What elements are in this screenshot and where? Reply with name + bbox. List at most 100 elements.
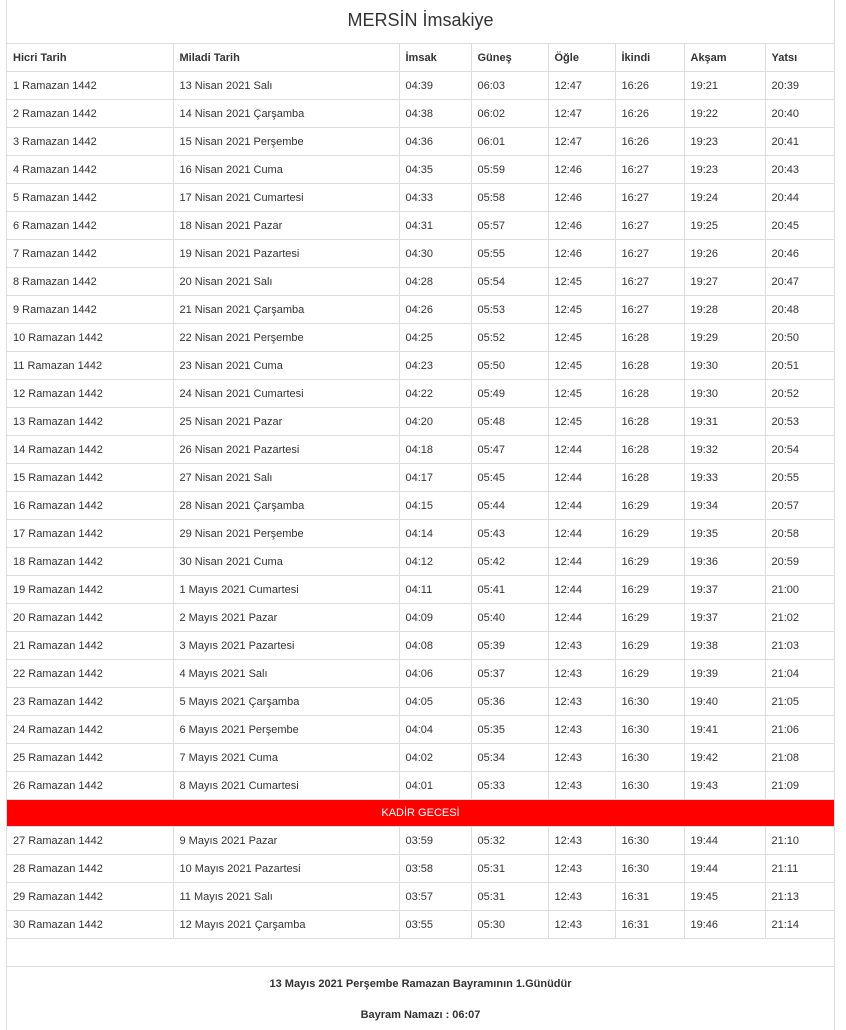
table-row: 17 Ramazan 1442 29 Nisan 2021 Perşembe 04:…	[7, 519, 834, 548]
ogle-time-cell: 12:43	[547, 715, 616, 744]
hicri-date-cell: 14 Ramazan 1442	[7, 435, 174, 464]
gunes-time-cell: 05:35	[470, 715, 549, 744]
table-header-row: Hicri Tarih Miladi Tarih İmsak Güneş Öğl…	[7, 44, 834, 72]
aksam-time-cell: 19:42	[683, 743, 766, 772]
table-row: 14 Ramazan 1442 26 Nisan 2021 Pazartesi 04…	[7, 435, 834, 464]
imsak-time-cell: 04:18	[398, 435, 472, 464]
imsak-time-cell: 04:09	[398, 603, 472, 632]
miladi-date-cell: 8 Mayıs 2021 Cumartesi	[172, 771, 400, 800]
table-row: 15 Ramazan 1442 27 Nisan 2021 Salı 04:17 05…	[7, 463, 834, 492]
gunes-time-cell: 05:59	[470, 155, 549, 184]
imsak-time-cell: 04:15	[398, 491, 472, 520]
yatsi-time-cell: 20:53	[764, 407, 834, 436]
hicri-date-cell: 6 Ramazan 1442	[7, 211, 174, 240]
miladi-date-cell: 1 Mayıs 2021 Cumartesi	[172, 575, 400, 604]
table-row: 1 Ramazan 1442 13 Nisan 2021 Salı 04:39 06:…	[7, 71, 834, 100]
miladi-date-cell: 3 Mayıs 2021 Pazartesi	[172, 631, 400, 660]
miladi-date-cell: 22 Nisan 2021 Perşembe	[172, 323, 400, 352]
yatsi-time-cell: 20:46	[764, 239, 834, 268]
gunes-time-cell: 05:40	[470, 603, 549, 632]
column-header-hicri: Hicri Tarih	[7, 44, 174, 72]
yatsi-time-cell: 21:06	[764, 715, 834, 744]
imsak-time-cell: 04:14	[398, 519, 472, 548]
imsak-time-cell: 04:11	[398, 575, 472, 604]
hicri-date-cell: 23 Ramazan 1442	[7, 687, 174, 716]
imsak-time-cell: 04:08	[398, 631, 472, 660]
yatsi-time-cell: 20:39	[764, 71, 834, 100]
ogle-time-cell: 12:44	[547, 491, 616, 520]
hicri-date-cell: 1 Ramazan 1442	[7, 71, 174, 100]
aksam-time-cell: 19:39	[683, 659, 766, 688]
hicri-date-cell: 11 Ramazan 1442	[7, 351, 174, 380]
aksam-time-cell: 19:28	[683, 295, 766, 324]
hicri-date-cell: 29 Ramazan 1442	[7, 882, 174, 911]
yatsi-time-cell: 20:50	[764, 323, 834, 352]
hicri-date-cell: 7 Ramazan 1442	[7, 239, 174, 268]
ogle-time-cell: 12:46	[547, 183, 616, 212]
hicri-date-cell: 25 Ramazan 1442	[7, 743, 174, 772]
table-row: 7 Ramazan 1442 19 Nisan 2021 Pazartesi 04:…	[7, 239, 834, 268]
ogle-time-cell: 12:43	[547, 771, 616, 800]
ogle-time-cell: 12:45	[547, 351, 616, 380]
imsak-time-cell: 04:17	[398, 463, 472, 492]
aksam-time-cell: 19:25	[683, 211, 766, 240]
ikindi-time-cell: 16:30	[614, 854, 685, 883]
aksam-time-cell: 19:32	[683, 435, 766, 464]
gunes-time-cell: 05:58	[470, 183, 549, 212]
hicri-date-cell: 13 Ramazan 1442	[7, 407, 174, 436]
gunes-time-cell: 05:32	[470, 826, 549, 855]
table-row: 26 Ramazan 1442 8 Mayıs 2021 Cumartesi 04:…	[7, 771, 834, 800]
gunes-time-cell: 06:03	[470, 71, 549, 100]
aksam-time-cell: 19:29	[683, 323, 766, 352]
imsak-time-cell: 03:55	[398, 910, 472, 939]
imsak-time-cell: 04:23	[398, 351, 472, 380]
yatsi-time-cell: 20:59	[764, 547, 834, 576]
page-title: MERSİN İmsakiye	[7, 0, 834, 44]
table-row: 10 Ramazan 1442 22 Nisan 2021 Perşembe 04:…	[7, 323, 834, 352]
miladi-date-cell: 30 Nisan 2021 Cuma	[172, 547, 400, 576]
imsak-time-cell: 04:12	[398, 547, 472, 576]
hicri-date-cell: 8 Ramazan 1442	[7, 267, 174, 296]
gunes-time-cell: 05:36	[470, 687, 549, 716]
table-row: 29 Ramazan 1442 11 Mayıs 2021 Salı 03:57 05…	[7, 882, 834, 911]
imsak-time-cell: 04:02	[398, 743, 472, 772]
yatsi-time-cell: 20:41	[764, 127, 834, 156]
miladi-date-cell: 6 Mayıs 2021 Perşembe	[172, 715, 400, 744]
gunes-time-cell: 05:31	[470, 854, 549, 883]
yatsi-time-cell: 20:44	[764, 183, 834, 212]
imsak-time-cell: 04:39	[398, 71, 472, 100]
gunes-time-cell: 05:31	[470, 882, 549, 911]
gunes-time-cell: 05:57	[470, 211, 549, 240]
imsak-time-cell: 04:20	[398, 407, 472, 436]
miladi-date-cell: 19 Nisan 2021 Pazartesi	[172, 239, 400, 268]
hicri-date-cell: 27 Ramazan 1442	[7, 826, 174, 855]
miladi-date-cell: 4 Mayıs 2021 Salı	[172, 659, 400, 688]
ogle-time-cell: 12:43	[547, 631, 616, 660]
miladi-date-cell: 28 Nisan 2021 Çarşamba	[172, 491, 400, 520]
hicri-date-cell: 22 Ramazan 1442	[7, 659, 174, 688]
hicri-date-cell: 30 Ramazan 1442	[7, 910, 174, 939]
aksam-time-cell: 19:38	[683, 631, 766, 660]
imsak-time-cell: 04:38	[398, 99, 472, 128]
table-row: 5 Ramazan 1442 17 Nisan 2021 Cumartesi 04:…	[7, 183, 834, 212]
aksam-time-cell: 19:43	[683, 771, 766, 800]
gunes-time-cell: 05:49	[470, 379, 549, 408]
table-row: 12 Ramazan 1442 24 Nisan 2021 Cumartesi 04…	[7, 379, 834, 408]
gunes-time-cell: 05:37	[470, 659, 549, 688]
hicri-date-cell: 19 Ramazan 1442	[7, 575, 174, 604]
bayram-namazi-time: Bayram Namazı : 06:07	[360, 1009, 481, 1021]
miladi-date-cell: 11 Mayıs 2021 Salı	[172, 882, 400, 911]
ikindi-time-cell: 16:29	[614, 547, 685, 576]
ikindi-time-cell: 16:26	[614, 71, 685, 100]
yatsi-time-cell: 20:48	[764, 295, 834, 324]
yatsi-time-cell: 20:40	[764, 99, 834, 128]
ikindi-time-cell: 16:29	[614, 575, 685, 604]
miladi-date-cell: 16 Nisan 2021 Cuma	[172, 155, 400, 184]
imsak-time-cell: 03:57	[398, 882, 472, 911]
imsak-time-cell: 04:33	[398, 183, 472, 212]
table-row: 27 Ramazan 1442 9 Mayıs 2021 Pazar 03:59 05…	[7, 826, 834, 855]
gunes-time-cell: 05:47	[470, 435, 549, 464]
aksam-time-cell: 19:34	[683, 491, 766, 520]
table-row: 2 Ramazan 1442 14 Nisan 2021 Çarşamba 04:3…	[7, 99, 834, 128]
kadir-gecesi-row: KADİR GECESİ	[7, 799, 834, 827]
